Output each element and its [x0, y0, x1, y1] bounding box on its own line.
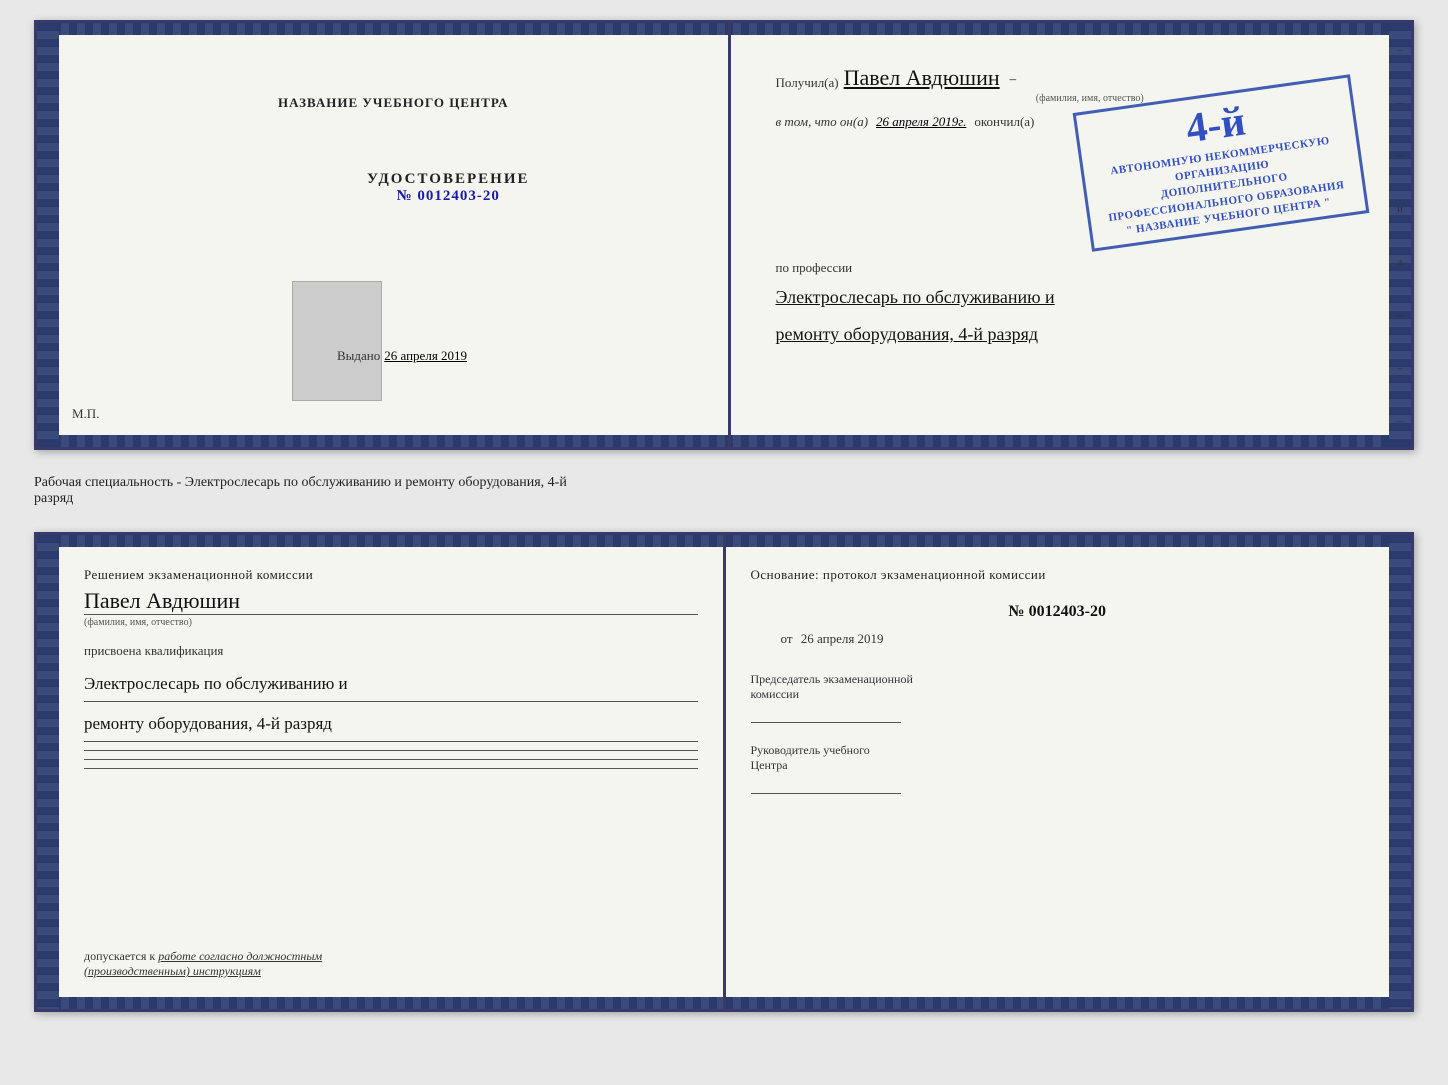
bottom-inner-left: Решением экзаменационной комиссии Павел …	[59, 547, 723, 797]
doc-left-panel: НАЗВАНИЕ УЧЕБНОГО ЦЕНТРА УДОСТОВЕРЕНИЕ №…	[37, 23, 731, 447]
rukovoditel-block: Руководитель учебного Центра	[751, 743, 1365, 794]
middle-text-line2: разряд	[34, 491, 1414, 507]
udostoverenie-title: УДОСТОВЕРЕНИЕ	[367, 171, 530, 188]
ot-line: от 26 апреля 2019	[781, 631, 1365, 647]
binding-right-bottom	[1389, 535, 1411, 1009]
bottom-document: Решением экзаменационной комиссии Павел …	[34, 532, 1414, 1012]
dopuskaetsya-block: допускается к работе согласно должностны…	[84, 949, 322, 979]
dash-top: –	[1010, 71, 1017, 87]
dopuskaetsya-text: работе согласно должностным	[158, 949, 322, 963]
photo-placeholder	[292, 281, 382, 401]
rukovoditel-title: Руководитель учебного Центра	[751, 743, 1365, 773]
qual-line1: Электрослесарь по обслуживанию и	[84, 667, 698, 702]
predsedatel-title: Председатель экзаменационной комиссии	[751, 672, 1365, 702]
mp-label: М.П.	[72, 406, 99, 422]
bottom-inner-right: Основание: протокол экзаменационной коми…	[726, 547, 1390, 834]
vtom-label: в том, что он(а)	[776, 114, 869, 130]
vydano-date: 26 апреля 2019	[384, 348, 467, 363]
poprofessii-block: по профессии Электрослесарь по обслужива…	[776, 260, 1345, 351]
doc-inner-left: НАЗВАНИЕ УЧЕБНОГО ЦЕНТРА УДОСТОВЕРЕНИЕ №…	[257, 65, 530, 415]
bottom-right-panel: Основание: протокол экзаменационной коми…	[726, 535, 1412, 1009]
okonchil-label: окончил(а)	[974, 114, 1034, 130]
poprofessii-label: по профессии	[776, 260, 1345, 276]
recipient-name-bottom: Павел Авдюшин	[84, 588, 698, 615]
ot-date: 26 апреля 2019	[801, 631, 884, 646]
vtom-date: 26 апреля 2019г.	[876, 114, 966, 130]
stamp-number: 4-й	[1183, 97, 1248, 153]
osnovanie-title: Основание: протокол экзаменационной коми…	[751, 567, 1365, 583]
top-document: НАЗВАНИЕ УЧЕБНОГО ЦЕНТРА УДОСТОВЕРЕНИЕ №…	[34, 20, 1414, 450]
binding-left-bottom	[37, 535, 59, 1009]
doc-right-panel: Получил(a) Павел Авдюшин – (фамилия, имя…	[731, 23, 1412, 447]
qual-line2: ремонту оборудования, 4-й разряд	[84, 707, 698, 742]
middle-text-block: Рабочая специальность - Электрослесарь п…	[34, 470, 1414, 512]
right-edge-marks: – – – и а ← – –	[1389, 23, 1411, 447]
udostoverenie-number: № 0012403-20	[367, 188, 530, 205]
fio-sub-bottom: (фамилия, имя, отчество)	[84, 617, 698, 628]
decision-text: Решением экзаменационной комиссии	[84, 567, 698, 583]
ot-label: от	[781, 631, 793, 646]
predsedatel-block: Председатель экзаменационной комиссии	[751, 672, 1365, 723]
dopuskaetsya-label: допускается к	[84, 949, 155, 963]
rukovoditel-sig-line	[751, 793, 901, 794]
middle-text-line1: Рабочая специальность - Электрослесарь п…	[34, 475, 1414, 491]
binding-left	[37, 23, 59, 447]
vydano-block: Выдано 26 апреля 2019	[337, 347, 467, 365]
recipient-name-top: Павел Авдюшин	[844, 65, 1000, 91]
doc-inner-right: Получил(a) Павел Авдюшин – (фамилия, имя…	[756, 50, 1365, 366]
vydano-label: Выдано	[337, 348, 380, 363]
bottom-left-panel: Решением экзаменационной комиссии Павел …	[37, 535, 726, 1009]
prisvoena-text: присвоена квалификация	[84, 643, 698, 659]
poluchil-label: Получил(a)	[776, 75, 839, 91]
predsedatel-sig-line	[751, 722, 901, 723]
dopuskaetsya-text2: (производственным) инструкциям	[84, 964, 261, 978]
profession-line1: Электрослесарь по обслуживанию и	[776, 281, 1345, 313]
center-title: НАЗВАНИЕ УЧЕБНОГО ЦЕНТРА	[278, 95, 509, 111]
profession-line2: ремонту оборудования, 4-й разряд	[776, 318, 1345, 350]
protocol-number: № 0012403-20	[751, 603, 1365, 621]
